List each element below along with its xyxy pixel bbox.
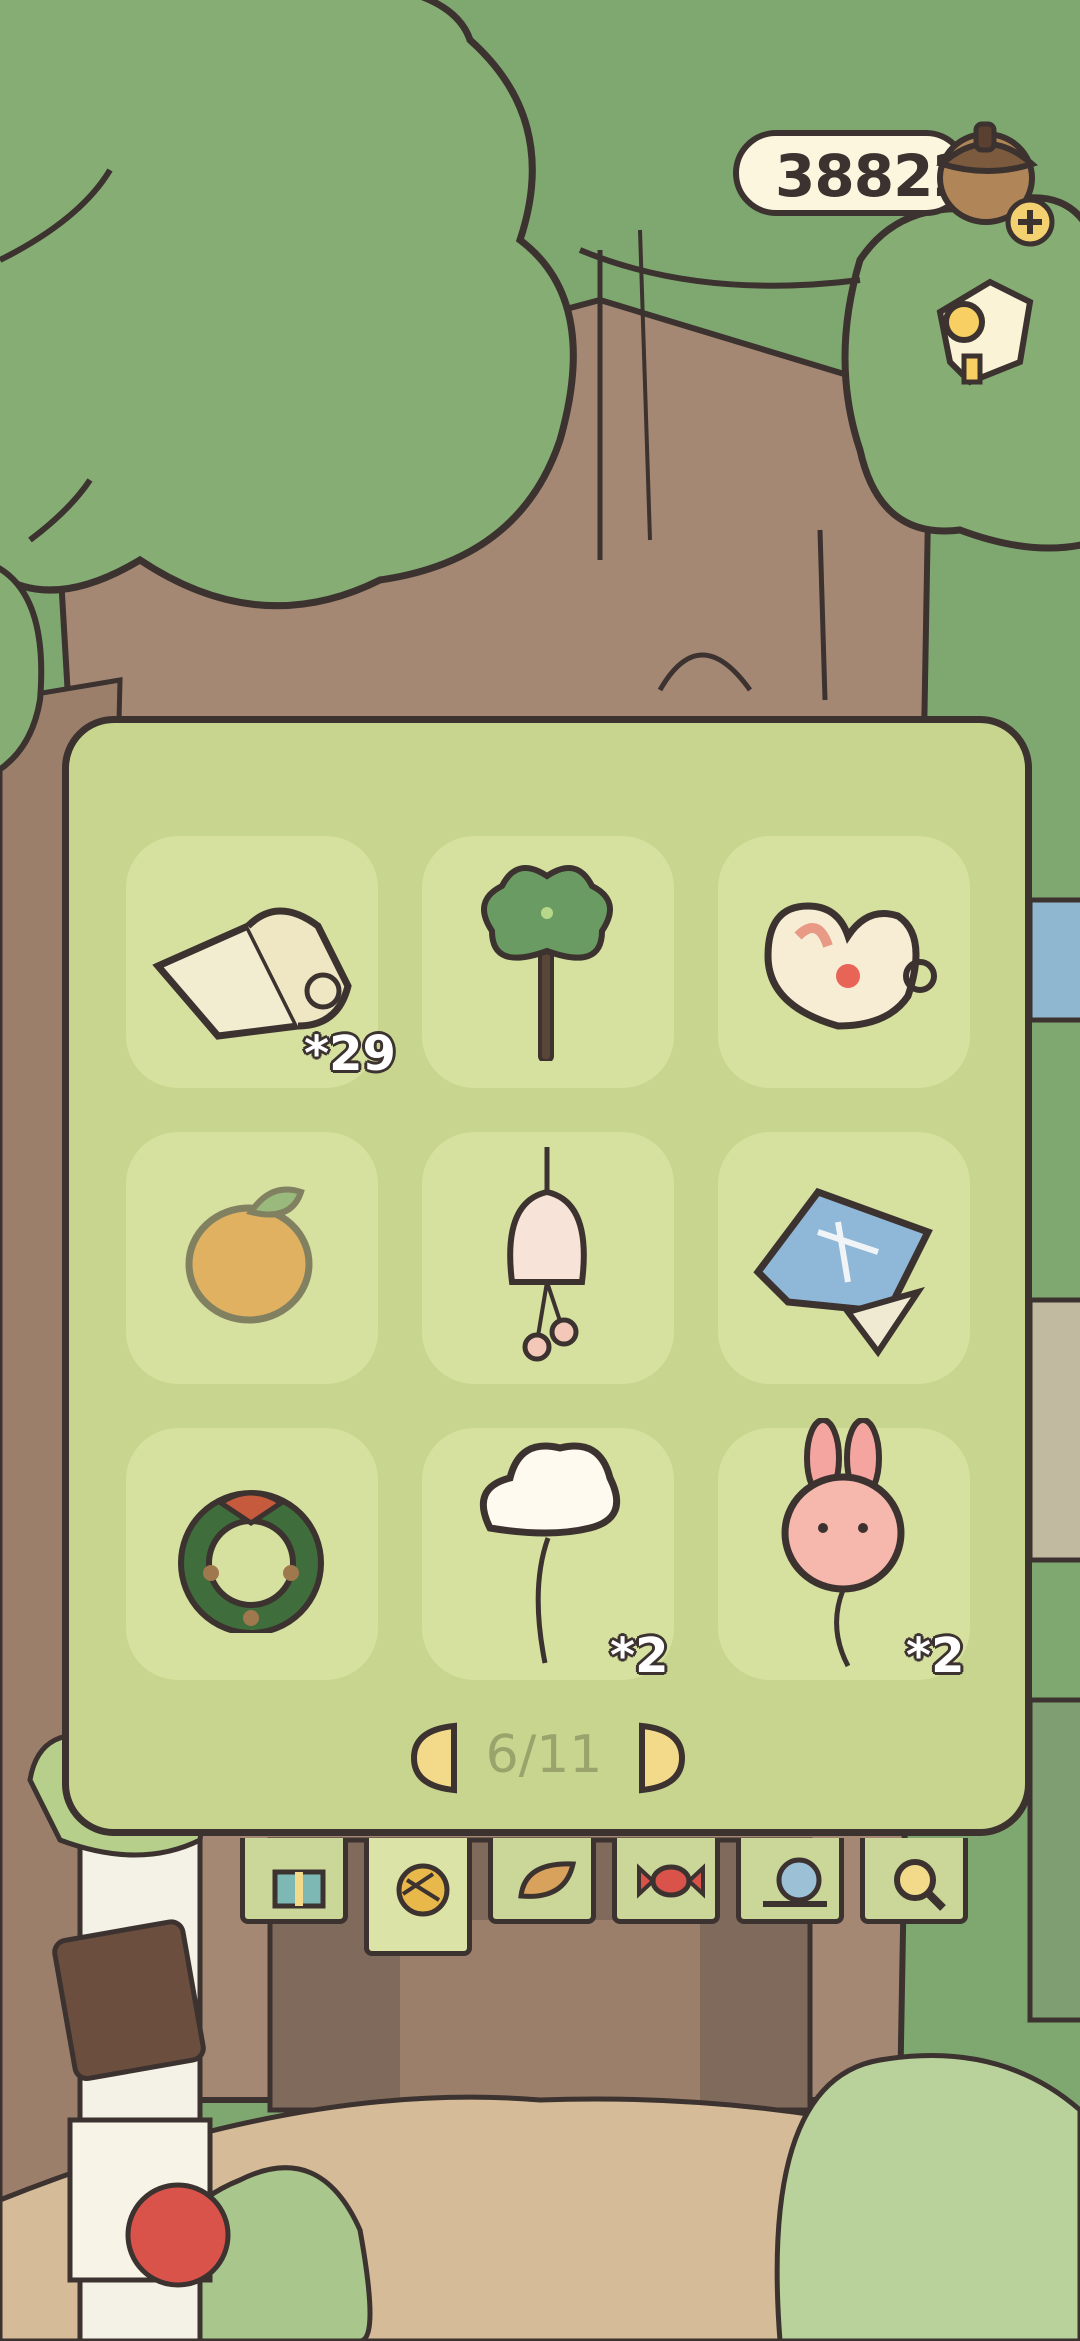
tab-leaf[interactable] <box>488 1838 596 1924</box>
cloud-balloon-icon <box>479 1442 621 1664</box>
plus-icon[interactable] <box>1004 196 1056 248</box>
wind-chime-icon <box>507 1147 587 1362</box>
item-slot-orange-locked[interactable] <box>126 1132 378 1384</box>
tab-gifts[interactable] <box>240 1838 348 1924</box>
gift-icon <box>272 1869 326 1909</box>
tab-yarn[interactable] <box>364 1838 472 1956</box>
item-slot-blueprint-map[interactable] <box>718 1132 970 1384</box>
tab-snail[interactable] <box>736 1838 844 1924</box>
item-slot-wind-chime[interactable] <box>422 1132 674 1384</box>
blueprint-map-icon <box>753 1187 933 1358</box>
scroll-icon[interactable] <box>930 272 1040 392</box>
item-slot-clover-stick[interactable] <box>422 836 674 1088</box>
tab-candy[interactable] <box>612 1838 720 1924</box>
snail-icon <box>763 1857 827 1907</box>
prev-page-button[interactable] <box>410 1722 458 1794</box>
holiday-wreath-icon <box>178 1490 324 1633</box>
magnifier-icon <box>894 1859 946 1911</box>
candy-icon <box>637 1863 705 1899</box>
item-slot-paper-scroll[interactable]: *29 <box>126 836 396 1088</box>
page-indicator: 6/11 <box>485 1725 603 1785</box>
item-slot-heart-cup[interactable] <box>718 836 970 1088</box>
tab-search[interactable] <box>860 1838 968 1924</box>
next-page-button[interactable] <box>638 1722 686 1794</box>
item-qty: *29 <box>304 1026 396 1082</box>
item-slot-holiday-wreath[interactable] <box>126 1428 378 1680</box>
item-qty: *2 <box>906 1628 965 1684</box>
heart-cup-icon <box>764 902 937 1030</box>
item-qty: *2 <box>610 1628 669 1684</box>
clover-stick-icon <box>481 865 613 1061</box>
orange-icon <box>185 1186 313 1324</box>
item-slot-cloud-balloon[interactable]: *2 <box>422 1428 674 1684</box>
yarn-ball-icon <box>396 1863 450 1917</box>
item-slot-bunny-balloon[interactable]: *2 <box>718 1418 970 1684</box>
leaf-icon <box>518 1861 577 1899</box>
bunny-balloon-icon <box>781 1418 905 1668</box>
